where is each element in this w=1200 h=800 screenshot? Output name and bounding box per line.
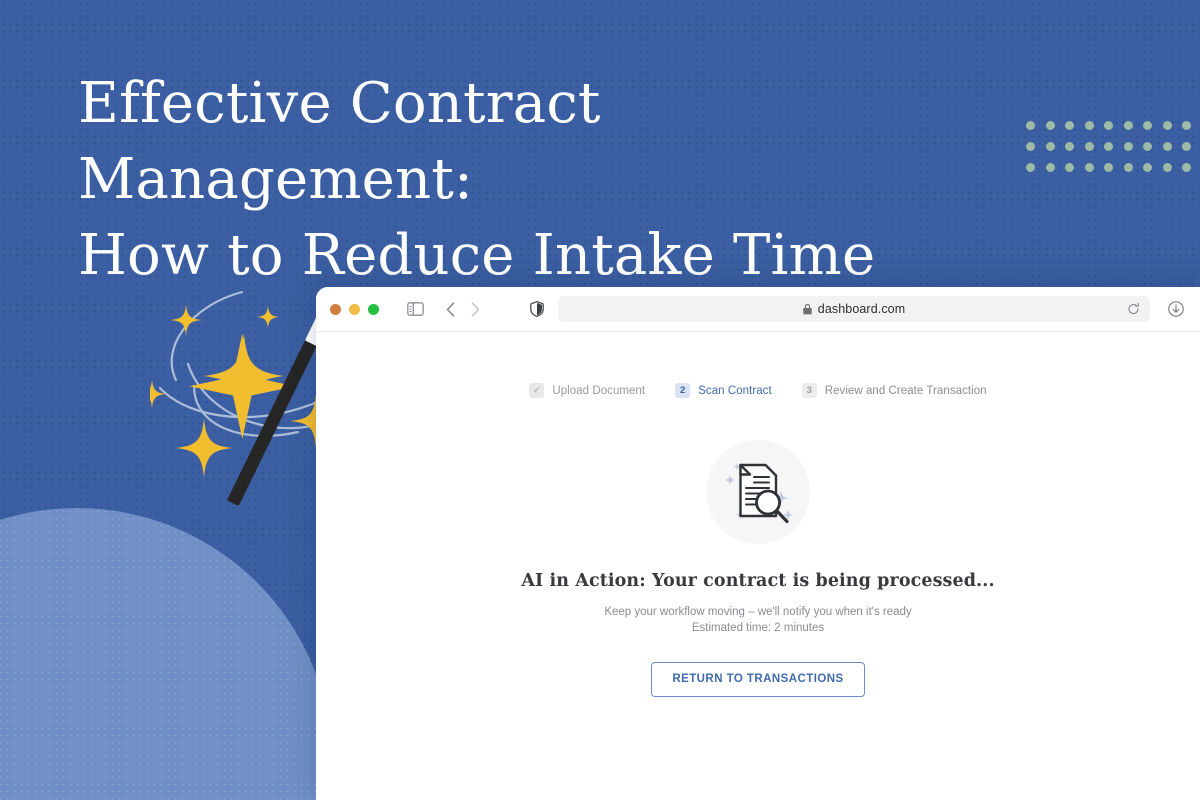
processing-subtitle-line-1: Keep your workflow moving – we'll notify… <box>604 606 912 618</box>
decorative-dot <box>1026 121 1035 130</box>
step-check-icon: ✓ <box>529 383 545 398</box>
decorative-dot <box>1143 163 1152 172</box>
decorative-dot <box>1123 163 1133 172</box>
decorative-dot <box>1084 163 1094 172</box>
processing-title: AI in Action: Your contract is being pro… <box>521 571 995 591</box>
window-controls[interactable] <box>330 303 379 315</box>
minimize-button[interactable] <box>349 303 360 315</box>
step-1[interactable]: ✓ Upload Document <box>529 383 645 398</box>
decorative-dot <box>1123 121 1133 130</box>
step-3[interactable]: 3 Review and Create Transaction <box>801 383 987 398</box>
decorative-dot <box>1026 142 1035 151</box>
address-bar[interactable]: dashboard.com <box>558 296 1150 322</box>
processing-subtitle: Keep your workflow moving – we'll notify… <box>316 604 1200 636</box>
step-2[interactable]: 2 Scan Contract <box>675 383 772 398</box>
decorative-dot <box>1143 121 1152 130</box>
decorative-dot <box>1026 163 1035 172</box>
decorative-dot <box>1084 121 1094 130</box>
step-label: Scan Contract <box>698 384 772 397</box>
download-icon[interactable] <box>1168 301 1184 317</box>
cta-container: RETURN TO TRANSACTIONS <box>316 662 1200 697</box>
document-scan-icon <box>706 440 810 544</box>
sidebar-toggle-icon[interactable] <box>407 302 424 316</box>
page-title: Effective Contract Management: How to Re… <box>78 71 876 288</box>
hero-icon-container <box>316 440 1200 544</box>
decorative-dot <box>1123 142 1133 151</box>
decorative-circle-texture <box>0 508 332 800</box>
forward-icon[interactable] <box>471 301 480 317</box>
step-number-badge: 3 <box>801 383 817 398</box>
decorative-dot <box>1104 142 1113 151</box>
privacy-shield-icon[interactable] <box>530 301 544 317</box>
decorative-dot <box>1162 142 1172 151</box>
decorative-dot <box>1104 163 1113 172</box>
decorative-dot <box>1084 142 1094 151</box>
decorative-dot <box>1162 121 1172 130</box>
decorative-dot <box>1104 121 1113 130</box>
url-text: dashboard.com <box>817 302 906 316</box>
processing-subtitle-line-2: Estimated time: 2 minutes <box>691 622 825 634</box>
decorative-dot <box>1065 163 1074 172</box>
step-number-badge: 2 <box>675 383 691 398</box>
address-bar-content: dashboard.com <box>803 302 905 316</box>
decorative-dot <box>1045 142 1055 151</box>
progress-stepper: ✓ Upload Document 2 Scan Contract 3 Review an… <box>316 383 1200 398</box>
decorative-dot <box>1182 142 1191 151</box>
browser-window: dashboard.com ✓ Upload Document 2 Scan Cont… <box>316 287 1200 800</box>
lock-icon <box>803 303 812 315</box>
zoom-button[interactable] <box>368 303 379 315</box>
decorative-dot-grid <box>1026 121 1200 184</box>
decorative-dot <box>1182 163 1191 172</box>
page-content: ✓ Upload Document 2 Scan Contract 3 Review an… <box>316 332 1200 800</box>
decorative-dot <box>1045 163 1055 172</box>
decorative-dot <box>1065 121 1074 130</box>
step-label: Upload Document <box>552 384 646 397</box>
back-icon[interactable] <box>446 301 455 317</box>
decorative-dot <box>1182 121 1191 130</box>
return-to-transactions-button[interactable]: RETURN TO TRANSACTIONS <box>651 662 865 697</box>
step-label: Review and Create Transaction <box>824 384 987 397</box>
close-button[interactable] <box>330 303 341 315</box>
browser-chrome: dashboard.com <box>316 287 1200 332</box>
reload-icon[interactable] <box>1127 302 1140 316</box>
decorative-dot <box>1065 142 1074 151</box>
decorative-dot <box>1045 121 1055 130</box>
decorative-dot <box>1162 163 1172 172</box>
decorative-circle <box>0 508 332 800</box>
decorative-dot <box>1143 142 1152 151</box>
